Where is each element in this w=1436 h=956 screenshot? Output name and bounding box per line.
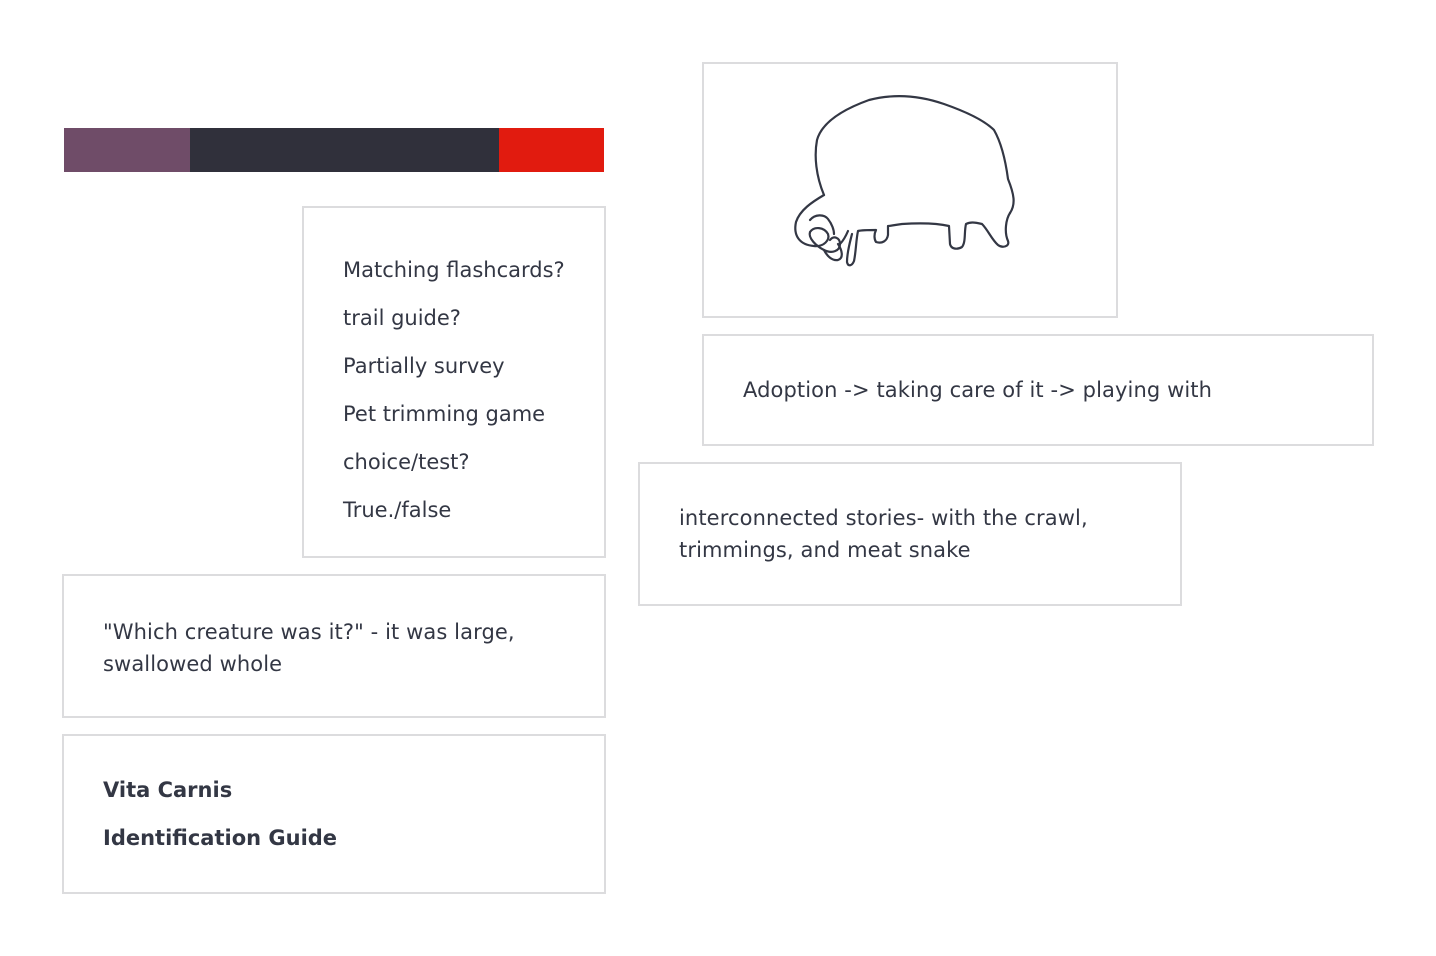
- guide-subtitle: Identification Guide: [103, 826, 338, 850]
- list-item: Matching flashcards?: [343, 258, 565, 282]
- creature-sketch-icon: [794, 95, 1015, 267]
- list-item: Pet trimming game: [343, 402, 546, 426]
- interconnected-stories-card[interactable]: interconnected stories- with the crawl, …: [638, 462, 1182, 606]
- list-item: Partially survey: [343, 354, 505, 378]
- creature-sketch-card[interactable]: [702, 62, 1118, 318]
- palette-swatch-red: [498, 128, 604, 172]
- palette-swatch-mauve: [64, 128, 190, 172]
- palette-swatch-charcoal: [189, 128, 499, 172]
- interconnected-stories-text: interconnected stories- with the crawl, …: [679, 506, 1088, 562]
- which-creature-note-text: "Which creature was it?" - it was large,…: [103, 620, 515, 676]
- list-item: True./false: [343, 498, 452, 522]
- adoption-flow-card[interactable]: Adoption -> taking care of it -> playing…: [702, 334, 1374, 446]
- ideas-list-card[interactable]: Matching flashcards? trail guide? Partia…: [302, 206, 606, 558]
- guide-title: Vita Carnis: [103, 778, 233, 802]
- list-item: choice/test?: [343, 450, 470, 474]
- title-card[interactable]: Vita Carnis Identification Guide: [62, 734, 606, 894]
- which-creature-note-card[interactable]: "Which creature was it?" - it was large,…: [62, 574, 606, 718]
- list-item: trail guide?: [343, 306, 461, 330]
- ideas-list: Matching flashcards? trail guide? Partia…: [343, 246, 565, 534]
- color-palette: [64, 128, 604, 172]
- adoption-flow-text: Adoption -> taking care of it -> playing…: [743, 378, 1213, 402]
